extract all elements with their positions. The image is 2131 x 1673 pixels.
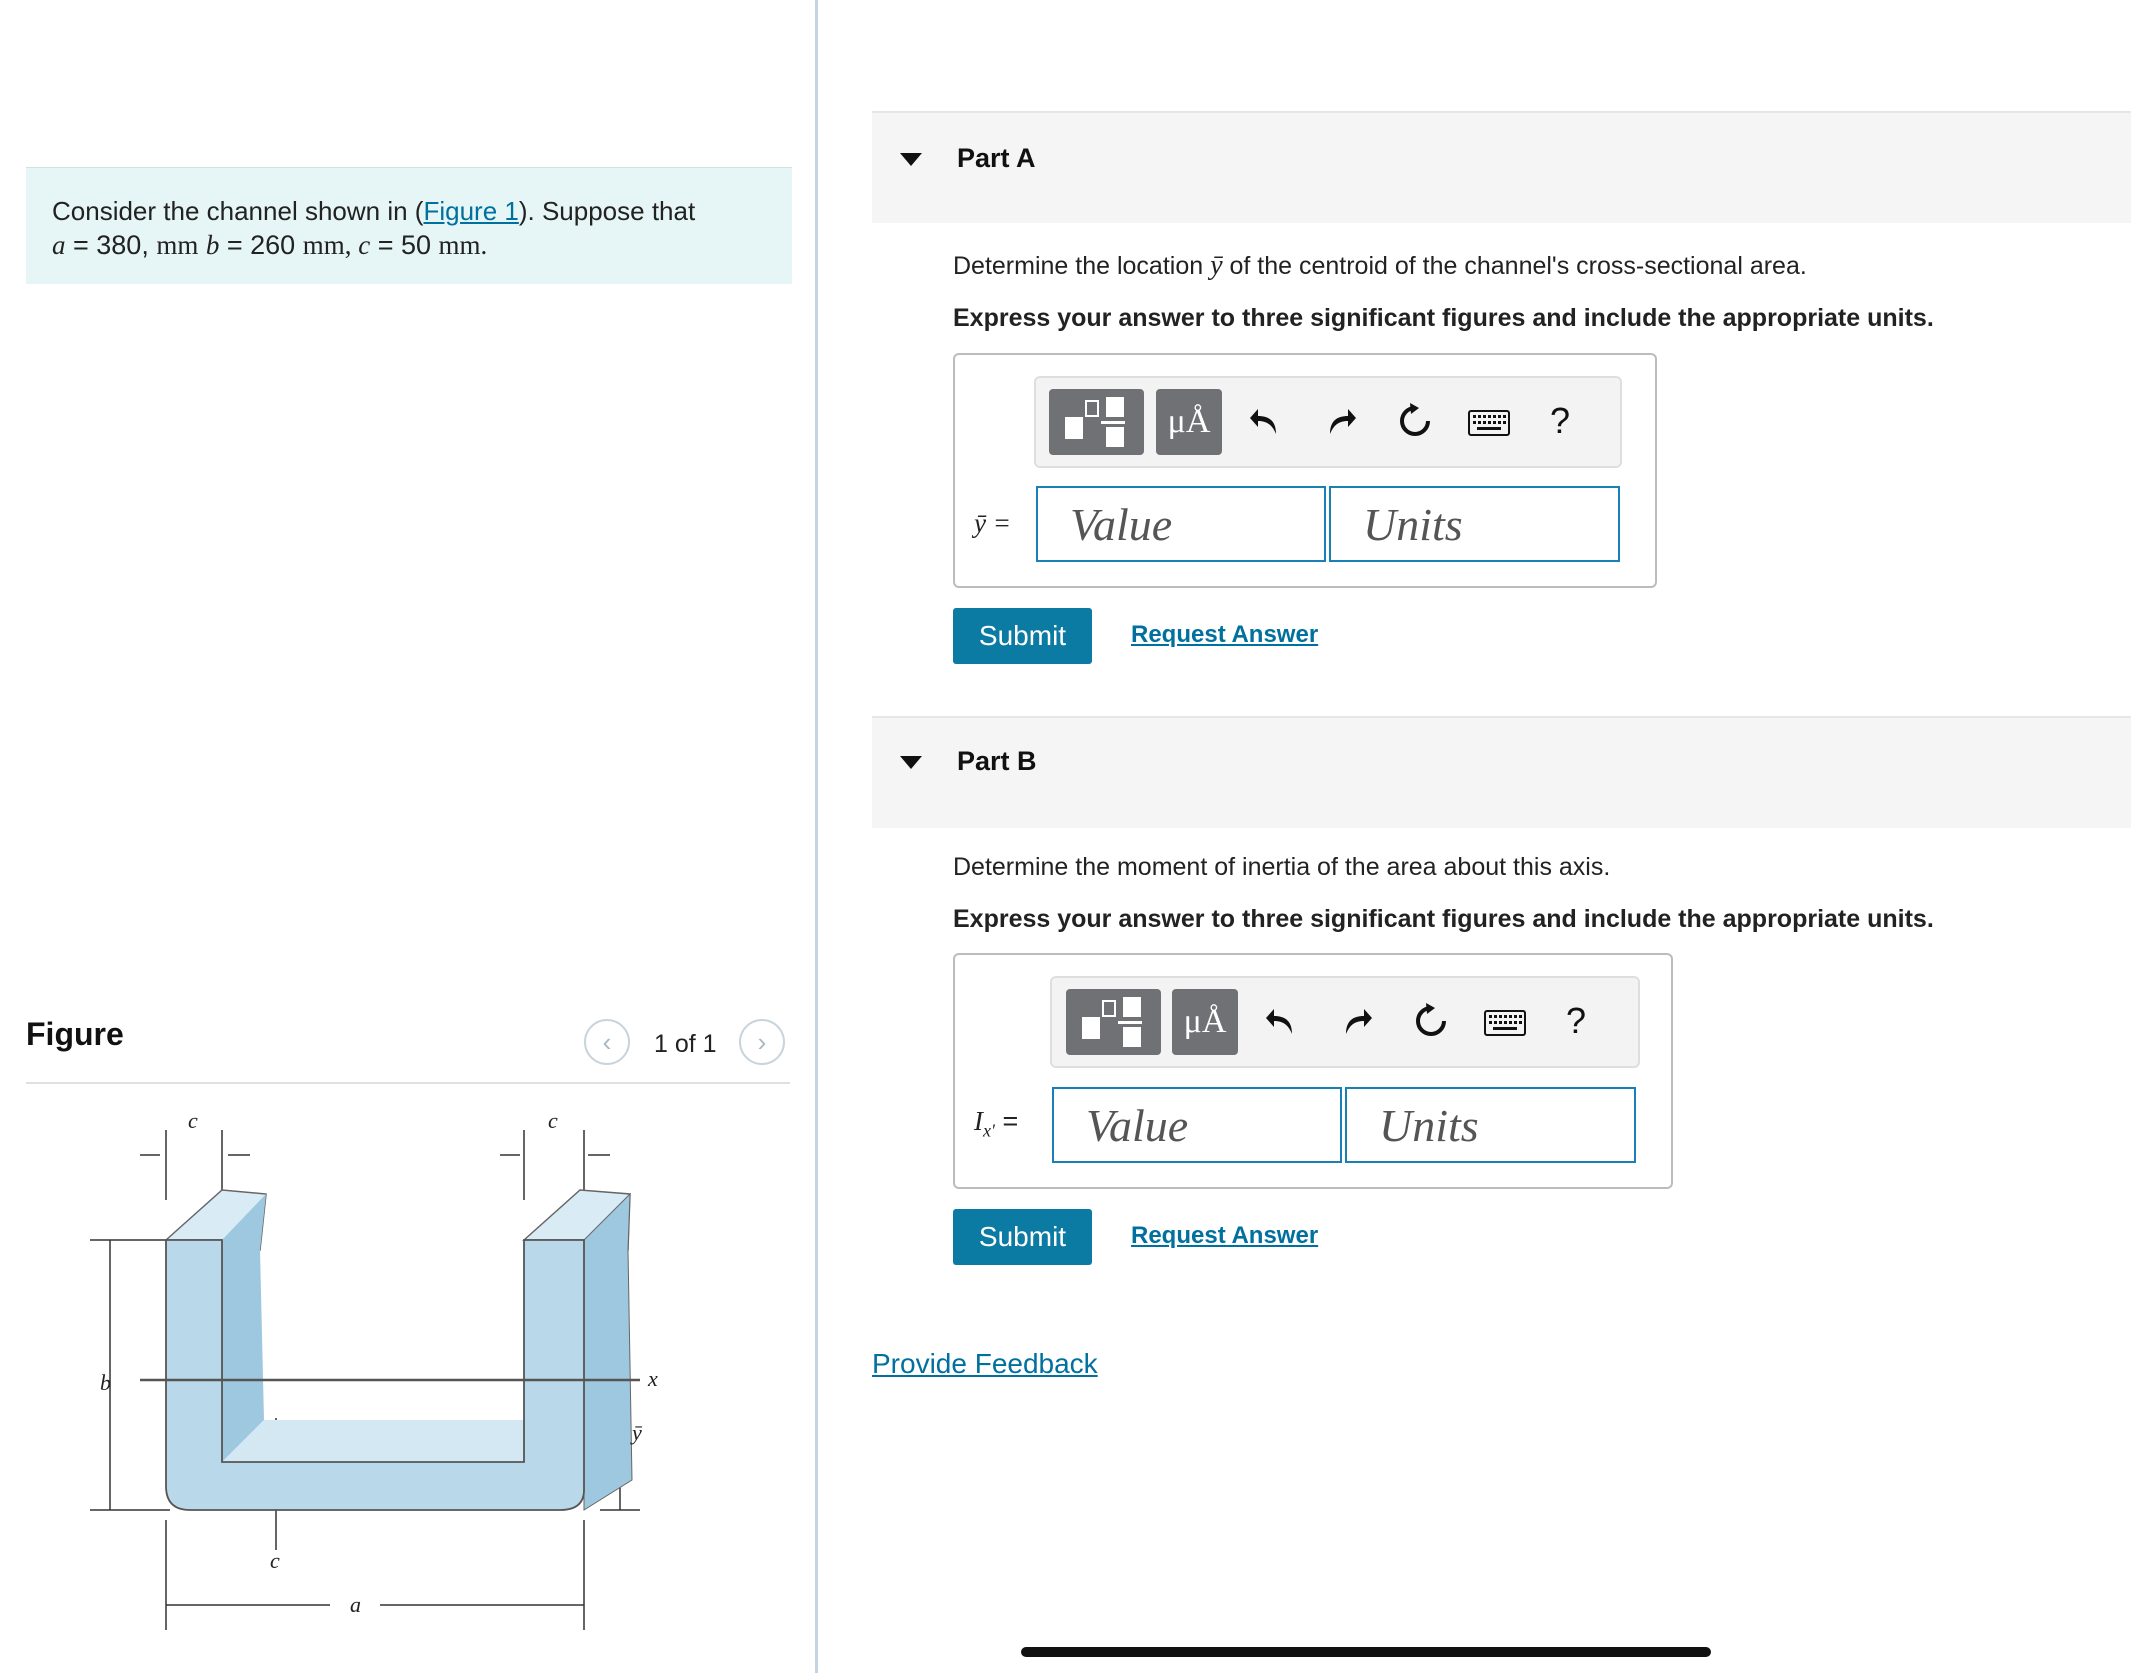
label-c-right: c [548,1108,558,1133]
label-x: x [647,1366,658,1391]
label-a: a [350,1592,361,1617]
part-a-units-input[interactable]: Units [1329,486,1620,562]
part-a-title: Part A [957,143,1036,173]
part-b-prompt: Determine the moment of inertia of the a… [953,853,1611,881]
redo-icon[interactable] [1340,1004,1374,1038]
part-a-instruction: Express your answer to three significant… [953,304,1934,332]
reset-icon[interactable] [1396,402,1434,440]
keyboard-icon[interactable] [1484,1010,1526,1036]
redo-icon[interactable] [1324,404,1358,438]
problem-text: Consider the channel shown in (Figure 1)… [52,196,695,227]
label-c-left: c [188,1108,198,1133]
reset-icon[interactable] [1412,1002,1450,1040]
part-a-submit-button[interactable]: Submit [953,608,1092,664]
part-a-value-input[interactable]: Value [1036,486,1326,562]
undo-icon[interactable] [1264,1004,1298,1038]
units-button[interactable]: μÅ [1172,989,1238,1055]
var-b: b [205,230,220,260]
figure-next-button[interactable]: › [739,1019,785,1065]
units-symbol-icon: μÅ [1167,403,1211,440]
part-a-request-answer-link[interactable]: Request Answer [1131,621,1318,649]
collapse-arrow-icon[interactable] [900,756,922,769]
part-b-request-answer-link[interactable]: Request Answer [1131,1222,1318,1250]
problem-text-suffix: ). Suppose that [518,196,696,226]
part-b-instruction: Express your answer to three significant… [953,905,1934,933]
ybar-symbol: ȳ [1210,250,1223,281]
part-b-value-input[interactable]: Value [1052,1087,1342,1163]
templates-button[interactable] [1066,989,1161,1055]
part-a-variable-label: ȳ = [974,508,1011,538]
label-c-bottom: c [270,1548,280,1573]
figure-prev-button[interactable]: ‹ [584,1019,630,1065]
label-ybar: ȳ [630,1420,643,1445]
unit-c: mm. [438,230,488,260]
var-c: c [358,230,371,260]
value-a: = 380, [65,230,157,260]
units-symbol-icon: μÅ [1183,1003,1227,1040]
part-b-variable-label: Ix′ = [974,1106,1019,1141]
channel-figure: c c b x ȳ c a [90,1108,658,1630]
figure-divider [26,1082,790,1084]
unit-b: mm [302,230,345,260]
problem-values: a = 380, mm b = 260 mm, c = 50 mm. [52,230,488,260]
help-button[interactable]: ? [1550,400,1570,442]
part-b-units-input[interactable]: Units [1345,1087,1636,1163]
figure-title: Figure [26,1016,124,1052]
units-button[interactable]: μÅ [1156,389,1222,455]
value-b: = 260 [219,230,303,260]
templates-icon [1082,997,1142,1047]
value-c: = 50 [370,230,439,260]
part-b-header[interactable] [872,716,2131,828]
figure-counter: 1 of 1 [654,1030,717,1058]
undo-icon[interactable] [1248,404,1282,438]
part-a-prompt: Determine the location ȳ of the centroid… [953,250,1807,281]
problem-text-prefix: Consider the channel shown in ( [52,196,424,226]
templates-icon [1065,397,1125,447]
chevron-left-icon: ‹ [602,1026,612,1057]
collapse-arrow-icon[interactable] [900,153,922,166]
part-b-title: Part B [957,746,1037,776]
figure-link[interactable]: Figure 1 [423,196,518,226]
part-a-header[interactable] [872,111,2131,223]
chevron-right-icon: › [757,1026,767,1057]
channel-shape [164,1189,633,1511]
provide-feedback-link[interactable]: Provide Feedback [872,1348,1098,1380]
help-button[interactable]: ? [1566,1000,1586,1042]
var-a: a [52,230,66,260]
templates-button[interactable] [1049,389,1144,455]
unit-a: mm [156,230,199,260]
label-b: b [100,1370,111,1395]
part-b-submit-button[interactable]: Submit [953,1209,1092,1265]
keyboard-icon[interactable] [1468,410,1510,436]
home-indicator[interactable] [1021,1647,1711,1657]
pane-divider [815,0,818,1673]
